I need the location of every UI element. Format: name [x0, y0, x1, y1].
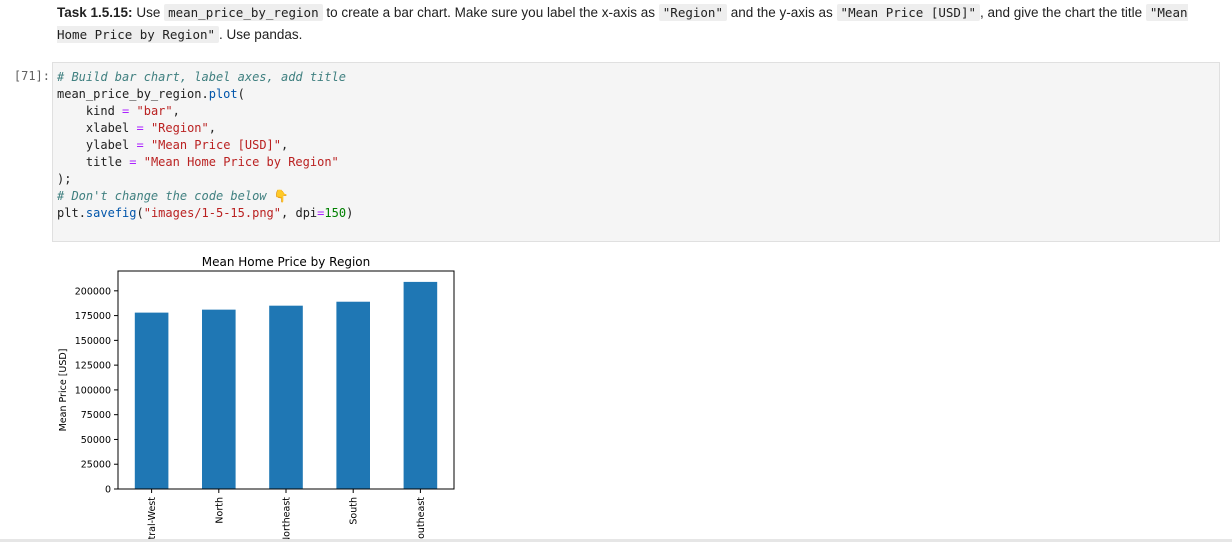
y-tick-label: 125000 [75, 361, 111, 372]
code-editor[interactable]: # Build bar chart, label axes, add title… [57, 69, 353, 222]
code-token: 150 [324, 206, 347, 220]
bar-chart: Mean Home Price by Region Mean Price [US… [58, 255, 455, 547]
code-token: "Mean Price [USD]" [150, 138, 281, 152]
bar [202, 309, 236, 489]
y-tick-label: 50000 [81, 435, 111, 446]
y-tick-label: 175000 [75, 311, 111, 322]
code-token: mean_price_by_region [57, 87, 202, 101]
bar [134, 312, 169, 489]
y-tick-label: 150000 [75, 336, 111, 347]
bars [134, 281, 438, 489]
y-tick-label: 25000 [81, 460, 111, 471]
task-text-4: , and give the chart the title [980, 5, 1146, 20]
task-text-3: and the y-axis as [726, 5, 837, 20]
cell-execution-count: [71]: [13, 69, 50, 83]
code-token: , [172, 104, 180, 118]
code-token: ( [237, 87, 245, 101]
x-tick-label: Northeast [282, 497, 293, 542]
y-axis: 0 25000 50000 75000 100000 125000 150000 175000… [75, 286, 118, 496]
code-token: , dpi [281, 206, 318, 220]
bar [403, 281, 438, 489]
code-comment: # Build bar chart, label axes, add title [57, 70, 346, 84]
x-tick-label: North [214, 497, 225, 524]
code-variable-name: mean_price_by_region [164, 4, 323, 21]
code-token: "bar" [136, 104, 173, 118]
code-token: xlabel [57, 121, 137, 135]
code-token: , [208, 121, 216, 135]
code-cell[interactable]: # Build bar chart, label axes, add title… [52, 62, 1220, 242]
code-token: . [201, 87, 209, 101]
bar [336, 301, 370, 489]
x-axis: Central-West North Northeast South Southeast [147, 489, 427, 547]
code-token: = [136, 121, 144, 135]
code-token: "images/1-5-15.png" [143, 206, 282, 220]
chart-title: Mean Home Price by Region [202, 255, 370, 269]
code-token: ( [136, 206, 144, 220]
code-token: plt [57, 206, 79, 220]
code-token: ) [346, 206, 354, 220]
code-token: kind [57, 104, 123, 118]
code-token: plot [208, 87, 238, 101]
code-token: = [136, 138, 144, 152]
y-tick-label: 200000 [75, 286, 111, 297]
code-token: , [281, 138, 289, 152]
y-tick-label: 75000 [81, 410, 111, 421]
code-token: title [57, 155, 130, 169]
cell-output-chart: Mean Home Price by Region Mean Price [US… [52, 252, 472, 547]
task-text-2: to create a bar chart. Make sure you lab… [322, 5, 659, 20]
code-token: . [78, 206, 86, 220]
y-axis-label: Mean Price [USD] [58, 349, 69, 432]
task-text-1: Use [132, 5, 165, 20]
code-token: ); [57, 172, 72, 186]
bar [269, 305, 303, 489]
code-xlabel: "Region" [658, 4, 727, 21]
code-comment: # Don't change the code below [57, 189, 274, 203]
code-token: "Mean Home Price by Region" [143, 155, 339, 169]
code-ylabel: "Mean Price [USD]" [836, 4, 981, 21]
x-tick-label: South [349, 497, 360, 525]
task-text-5: . Use pandas. [219, 27, 303, 42]
pointing-down-icon: 👇 [273, 189, 289, 203]
code-token: ylabel [57, 138, 137, 152]
task-label: Task 1.5.15: [57, 5, 133, 20]
y-tick-label: 0 [105, 485, 111, 496]
code-token: savefig [85, 206, 137, 220]
y-tick-label: 100000 [75, 385, 111, 396]
code-token: "Region" [150, 121, 209, 135]
x-tick-label: Southeast [416, 497, 427, 542]
task-instructions: Task 1.5.15: Use mean_price_by_region to… [57, 2, 1217, 46]
x-tick-label: Central-West [147, 497, 158, 542]
